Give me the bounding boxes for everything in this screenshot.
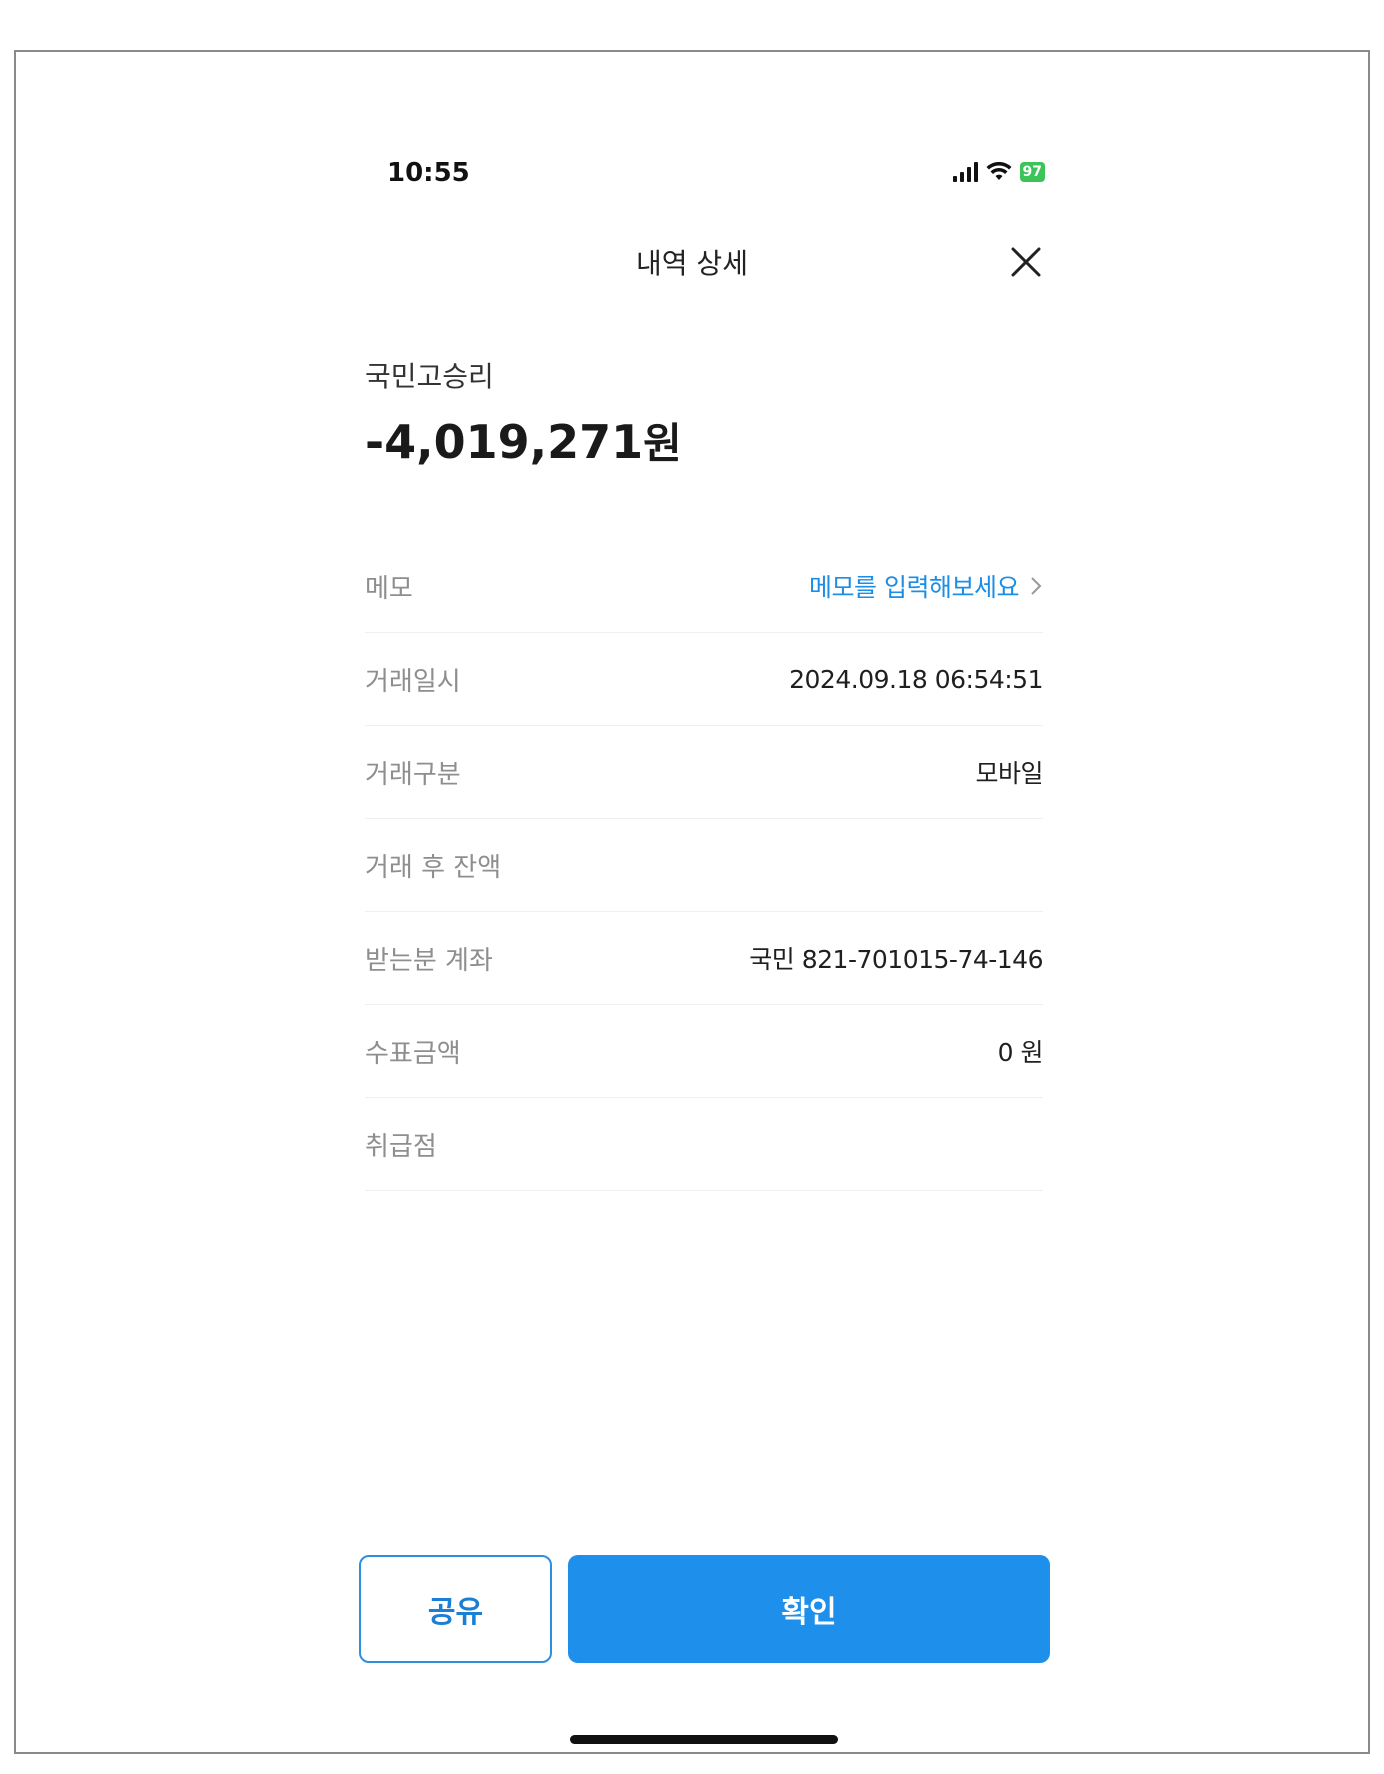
home-indicator	[570, 1735, 838, 1744]
detail-label: 취급점	[365, 1131, 437, 1162]
detail-list: 메모 메모를 입력해보세요 거래일시 2024.09.18 06:54:51 거…	[365, 540, 1044, 1191]
confirm-button[interactable]: 확인	[568, 1555, 1050, 1663]
page-title: 내역 상세	[636, 247, 748, 280]
detail-row-branch: 취급점	[365, 1098, 1043, 1191]
detail-row-check-amount: 수표금액 0 원	[365, 1005, 1044, 1098]
detail-label: 수표금액	[365, 1038, 461, 1069]
detail-label: 받는분 계좌	[365, 945, 493, 976]
detail-row-datetime: 거래일시 2024.09.18 06:54:51	[365, 633, 1043, 726]
memo-input-link[interactable]: 메모를 입력해보세요	[809, 568, 1043, 604]
detail-row-type: 거래구분 모바일	[365, 726, 1043, 819]
amount-value: -4,019,271	[365, 415, 644, 469]
detail-label: 거래일시	[365, 666, 461, 697]
detail-value: 모바일	[975, 759, 1043, 788]
signal-icon	[952, 162, 978, 182]
detail-value: 0 원	[997, 1038, 1044, 1067]
memo-placeholder: 메모를 입력해보세요	[809, 573, 1019, 602]
battery-icon: 97	[1019, 162, 1045, 182]
detail-value: 2024.09.18 06:54:51	[789, 664, 1043, 694]
share-button[interactable]: 공유	[359, 1555, 552, 1663]
detail-label: 거래구분	[365, 759, 461, 790]
amount-unit: 원	[643, 419, 682, 468]
transaction-amount: -4,019,271원	[365, 410, 682, 471]
status-bar: 10:55 97	[387, 158, 1045, 198]
detail-value: 국민 821-701015-74-146	[749, 945, 1043, 974]
chevron-right-icon	[1031, 577, 1042, 595]
detail-row-account: 받는분 계좌 국민 821-701015-74-146	[365, 912, 1043, 1005]
merchant-name: 국민고승리	[365, 360, 494, 393]
detail-label: 거래 후 잔액	[365, 852, 502, 883]
wifi-icon	[986, 162, 1012, 180]
status-icons: 97	[952, 162, 1045, 182]
detail-row-memo[interactable]: 메모 메모를 입력해보세요	[365, 540, 1043, 633]
status-time: 10:55	[387, 158, 470, 188]
detail-row-balance: 거래 후 잔액	[365, 819, 1043, 912]
detail-label: 메모	[365, 573, 413, 604]
close-icon[interactable]	[1008, 244, 1044, 280]
